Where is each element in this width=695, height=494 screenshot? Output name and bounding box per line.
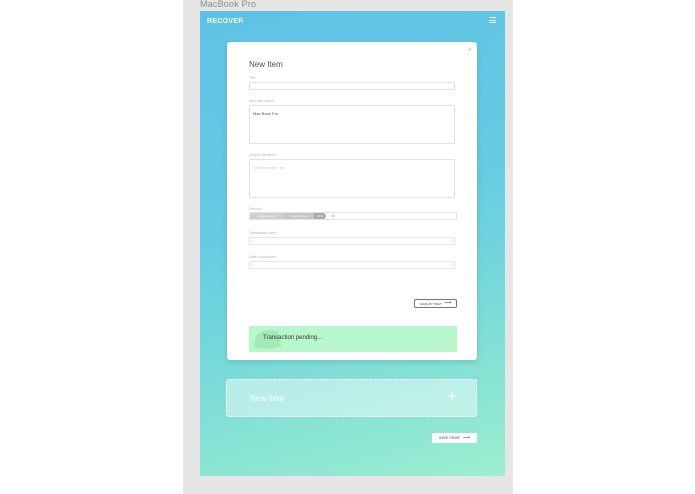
transaction-status-text: Transaction pending... bbox=[263, 335, 323, 341]
arrow-right-icon: ⟶ bbox=[462, 434, 470, 441]
reward-selector: Lorem ipsum Lorem ipsum ETH 10 bbox=[249, 212, 457, 220]
brand-logo[interactable]: RECOVER bbox=[207, 18, 244, 25]
reward-label: Reward bbox=[249, 207, 262, 211]
modal-title: New Item bbox=[249, 60, 283, 69]
save-items-label: SAVE ITEMS bbox=[439, 436, 460, 440]
purchase-date-input[interactable] bbox=[249, 261, 455, 269]
menu-icon[interactable] bbox=[489, 17, 496, 23]
add-new-item-card[interactable]: New Item + bbox=[226, 379, 477, 417]
artboard-label: MacBook Pro bbox=[200, 0, 257, 9]
title-label: Title bbox=[249, 76, 256, 80]
identifiers-placeholder: Serial number, etc bbox=[253, 165, 286, 170]
description-label: Item description bbox=[249, 99, 274, 103]
identifiers-label: Unique identifiers bbox=[249, 153, 277, 157]
reward-option-2[interactable]: Lorem ipsum bbox=[284, 213, 314, 219]
save-my-item-label: SAVE MY ITEM bbox=[419, 301, 441, 306]
title-input[interactable] bbox=[249, 82, 455, 90]
plus-icon: + bbox=[447, 388, 456, 404]
transaction-hash-input[interactable] bbox=[249, 237, 455, 245]
new-item-modal: × New Item Title Item description Mac Bo… bbox=[227, 42, 477, 360]
arrow-right-icon: ⟶ bbox=[443, 300, 452, 306]
reward-value[interactable]: 10 bbox=[331, 213, 335, 219]
new-item-card-title: New Item bbox=[250, 394, 284, 403]
save-items-button[interactable]: SAVE ITEMS ⟶ bbox=[432, 433, 477, 443]
transaction-hash-label: Transaction hash bbox=[249, 231, 276, 235]
identifiers-textarea[interactable]: Serial number, etc bbox=[249, 159, 455, 198]
reward-option-eth[interactable]: ETH bbox=[314, 213, 326, 219]
purchase-date-label: Date of purchase bbox=[249, 255, 276, 259]
save-my-item-button[interactable]: SAVE MY ITEM ⟶ bbox=[414, 299, 457, 308]
description-textarea[interactable]: Mac Book Pro bbox=[249, 105, 455, 144]
app-screen: RECOVER × New Item Title Item descriptio… bbox=[200, 11, 505, 476]
close-icon[interactable]: × bbox=[467, 45, 472, 54]
transaction-pending-banner: Transaction pending... bbox=[249, 326, 457, 352]
reward-option-1[interactable]: Lorem ipsum bbox=[250, 213, 284, 219]
